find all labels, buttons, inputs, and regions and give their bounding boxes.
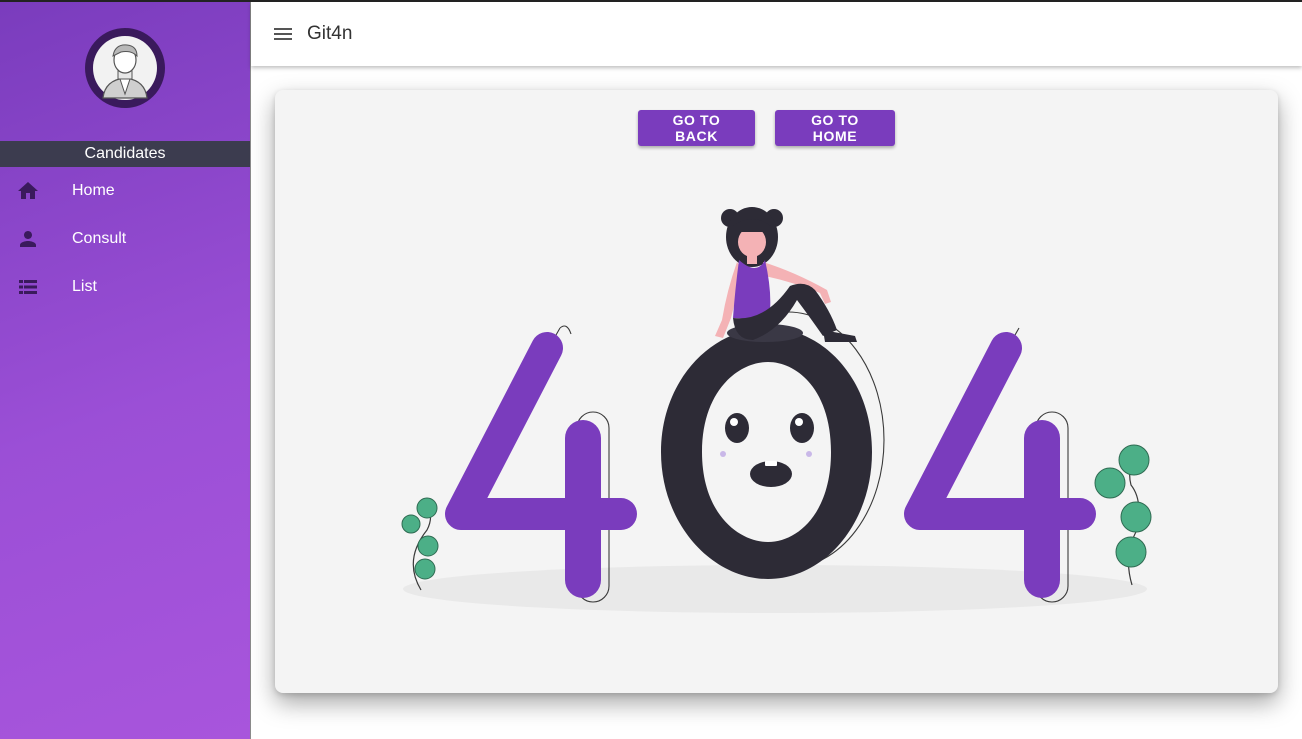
sidebar-item-label: Consult bbox=[72, 230, 127, 247]
sidebar-nav: Home Consult List bbox=[0, 167, 250, 311]
app-title: Git4n bbox=[307, 23, 353, 44]
app-bar: Git4n bbox=[251, 2, 1302, 66]
sidebar-item-label: List bbox=[72, 278, 97, 295]
digit-four-right bbox=[904, 332, 1096, 598]
sidebar-item-consult[interactable]: Consult bbox=[0, 215, 250, 263]
user-avatar-icon bbox=[93, 36, 157, 100]
home-icon bbox=[18, 182, 38, 199]
digit-four-left bbox=[445, 332, 637, 598]
avatar[interactable] bbox=[85, 28, 165, 108]
404-illustration bbox=[401, 207, 1152, 613]
hamburger-menu-icon[interactable] bbox=[271, 22, 295, 46]
sidebar-item-label: Home bbox=[72, 182, 115, 199]
window-top-border bbox=[0, 0, 1302, 2]
list-icon bbox=[19, 280, 37, 294]
not-found-card: GO TO BACK GO TO HOME bbox=[275, 90, 1278, 693]
person-icon bbox=[20, 231, 36, 247]
sidebar: Candidates Home Consult List bbox=[0, 0, 251, 739]
sidebar-item-home[interactable]: Home bbox=[0, 167, 250, 215]
digit-zero bbox=[661, 328, 872, 579]
sidebar-header: Candidates bbox=[0, 141, 250, 167]
sidebar-item-list[interactable]: List bbox=[0, 263, 250, 311]
woman-figure bbox=[715, 207, 857, 342]
plant-right bbox=[1094, 444, 1152, 586]
plant-left bbox=[401, 497, 439, 591]
